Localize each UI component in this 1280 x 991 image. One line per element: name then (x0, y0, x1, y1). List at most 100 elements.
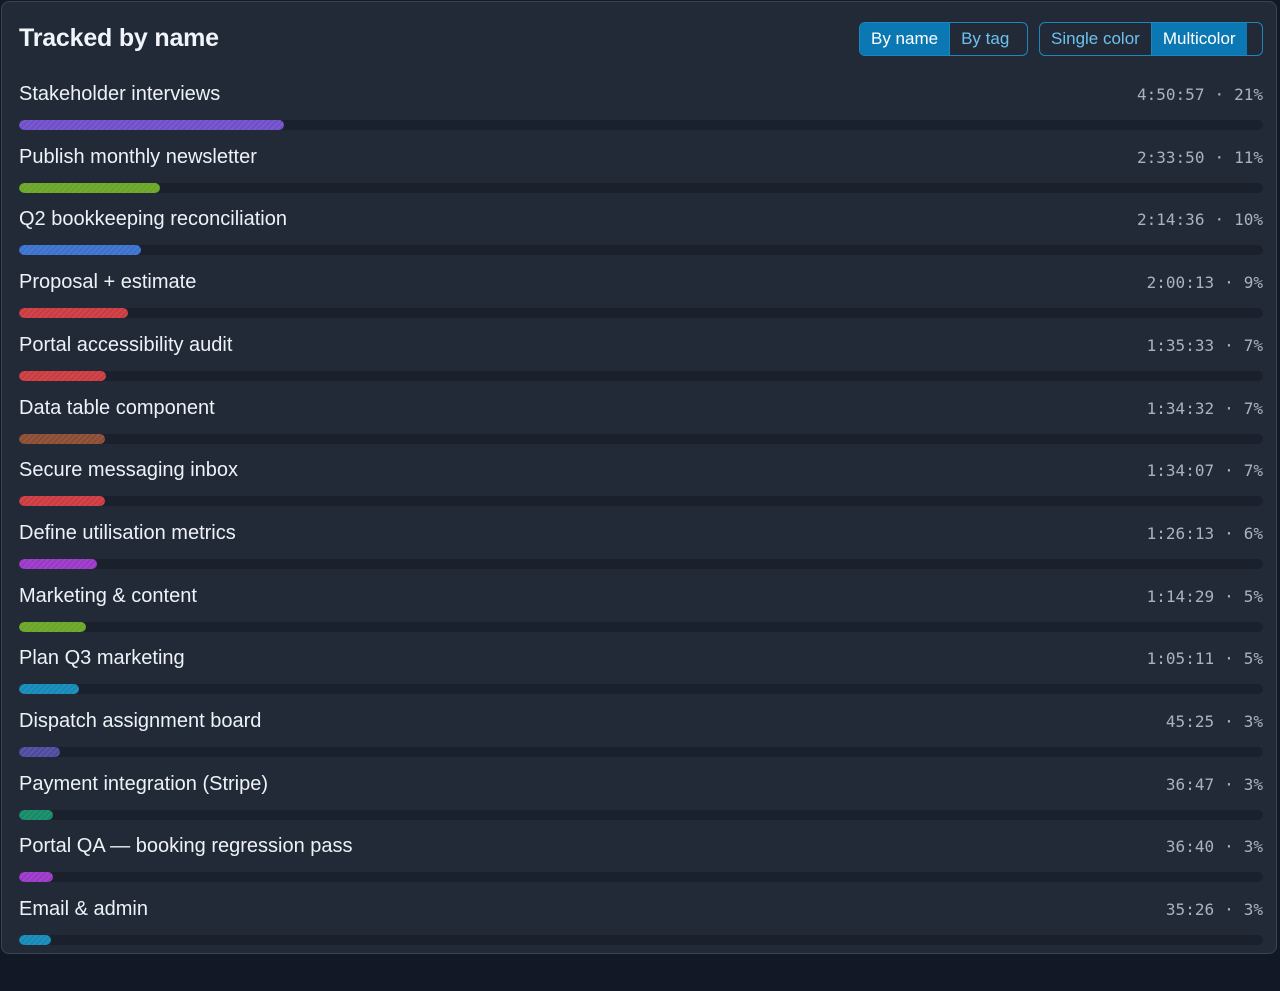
item-name: Stakeholder interviews (19, 83, 221, 105)
item-separator: · (1224, 837, 1234, 857)
item-percent: 5% (1243, 649, 1263, 669)
progress-fill (19, 120, 284, 130)
progress-fill (19, 433, 105, 444)
item-name: Email & admin (19, 898, 148, 921)
list-item[interactable]: Define utilisation metrics 1:26:13 · 6% (19, 521, 1263, 581)
item-percent: 3% (1243, 774, 1263, 794)
item-separator: · (1224, 712, 1234, 731)
progress-fill (19, 684, 79, 695)
item-stats: 4:50:57 · 21% (1137, 85, 1263, 105)
progress-track (19, 872, 1263, 883)
list-item[interactable]: Portal QA — booking regression pass 36:40… (19, 834, 1263, 894)
item-separator: · (1224, 900, 1234, 920)
progress-fill (19, 558, 98, 569)
item-separator: · (1224, 774, 1234, 794)
progress-fill (19, 182, 160, 193)
progress-fill (19, 308, 129, 319)
list-item[interactable]: Secure messaging inbox 1:34:07 · 7% (19, 458, 1263, 518)
item-duration: 2:33:50 (1137, 147, 1205, 167)
progress-fill (19, 370, 107, 381)
item-stats: 2:33:50 · 11% (1137, 148, 1263, 168)
color-mode-toggle: Single color Multicolor (1039, 22, 1263, 56)
item-percent: 3% (1243, 837, 1263, 857)
list-item[interactable]: Marketing & content 1:14:29 · 5% (19, 584, 1263, 644)
progress-fill (19, 245, 141, 256)
list-item[interactable]: Publish monthly newsletter 2:33:50 · 11% (19, 145, 1263, 205)
item-stats: 2:00:13 · 9% (1147, 273, 1263, 293)
item-separator: · (1224, 398, 1234, 418)
item-percent: 3% (1243, 712, 1263, 731)
item-separator: · (1224, 273, 1234, 293)
list-item[interactable]: Proposal + estimate 2:00:13 · 9% (19, 270, 1263, 330)
item-separator: · (1224, 649, 1234, 669)
item-duration: 1:34:07 (1146, 461, 1215, 481)
list-item[interactable]: Stakeholder interviews 4:50:57 · 21% (19, 82, 1263, 142)
progress-track (19, 621, 1263, 632)
item-duration: 1:05:11 (1146, 649, 1215, 669)
tracked-by-name-panel: Tracked by name By name By tag Single co… (1, 1, 1277, 954)
item-separator: · (1224, 335, 1234, 355)
item-name: Marketing & content (19, 584, 197, 607)
item-percent: 3% (1243, 900, 1263, 920)
item-stats: 35:26 · 3% (1166, 900, 1263, 920)
item-name: Dispatch assignment board (19, 710, 262, 732)
progress-track (19, 809, 1263, 820)
list-item[interactable]: Q2 bookkeeping reconciliation 2:14:36 · 10% (19, 207, 1263, 267)
item-duration: 45:25 (1165, 712, 1215, 731)
item-percent: 10% (1234, 210, 1263, 230)
item-percent: 6% (1243, 523, 1263, 543)
item-separator: · (1214, 147, 1225, 167)
list-item[interactable]: Portal accessibility audit 1:35:33 · 7% (19, 333, 1263, 393)
item-percent: 7% (1243, 398, 1263, 418)
item-name: Plan Q3 marketing (19, 647, 185, 670)
item-stats: 36:40 · 3% (1166, 837, 1263, 857)
item-name: Q2 bookkeeping reconciliation (19, 208, 287, 231)
progress-fill (19, 935, 52, 946)
item-percent: 21% (1234, 85, 1263, 104)
item-duration: 36:47 (1165, 774, 1215, 794)
list-item[interactable]: Payment integration (Stripe) 36:47 · 3% (19, 772, 1263, 832)
item-percent: 5% (1243, 586, 1263, 606)
item-duration: 2:14:36 (1137, 210, 1205, 230)
by-name-button[interactable]: By name (860, 23, 950, 55)
item-duration: 1:26:13 (1146, 523, 1215, 543)
progress-fill (19, 621, 87, 632)
group-by-toggle: By name By tag (859, 22, 1028, 56)
item-separator: · (1214, 210, 1225, 230)
single-color-button[interactable]: Single color (1040, 23, 1151, 55)
progress-track (19, 935, 1263, 946)
progress-track (19, 245, 1263, 256)
item-separator: · (1224, 523, 1234, 543)
list-item[interactable]: Data table component 1:34:32 · 7% (19, 396, 1263, 456)
item-duration: 2:00:13 (1146, 273, 1215, 293)
progress-track (19, 308, 1263, 319)
progress-fill (19, 872, 53, 883)
item-name: Data table component (19, 396, 215, 419)
item-stats: 1:05:11 · 5% (1147, 649, 1263, 669)
list-item[interactable]: Dispatch assignment board 45:25 · 3% (19, 709, 1263, 769)
item-separator: · (1214, 85, 1225, 104)
progress-fill (19, 496, 105, 507)
item-duration: 1:35:33 (1146, 335, 1215, 355)
progress-track (19, 120, 1263, 130)
item-name: Portal QA — booking regression pass (19, 835, 353, 858)
list-item[interactable]: Plan Q3 marketing 1:05:11 · 5% (19, 646, 1263, 706)
item-percent: 7% (1243, 461, 1263, 481)
progress-track (19, 182, 1263, 193)
by-tag-button[interactable]: By tag (949, 23, 1020, 55)
item-name: Secure messaging inbox (19, 459, 239, 482)
multicolor-button[interactable]: Multicolor (1150, 23, 1247, 55)
item-separator: · (1224, 586, 1234, 606)
item-stats: 1:35:33 · 7% (1147, 336, 1263, 356)
progress-track (19, 496, 1263, 507)
progress-track (19, 433, 1263, 444)
progress-track (19, 558, 1263, 569)
panel-title: Tracked by name (19, 24, 219, 52)
item-name: Portal accessibility audit (19, 333, 233, 356)
list-item[interactable]: Email & admin 35:26 · 3% (19, 897, 1263, 957)
item-stats: 2:14:36 · 10% (1137, 210, 1263, 230)
item-name: Proposal + estimate (19, 271, 197, 294)
item-stats: 1:26:13 · 6% (1147, 524, 1263, 544)
progress-fill (19, 747, 61, 757)
item-separator: · (1224, 461, 1234, 481)
